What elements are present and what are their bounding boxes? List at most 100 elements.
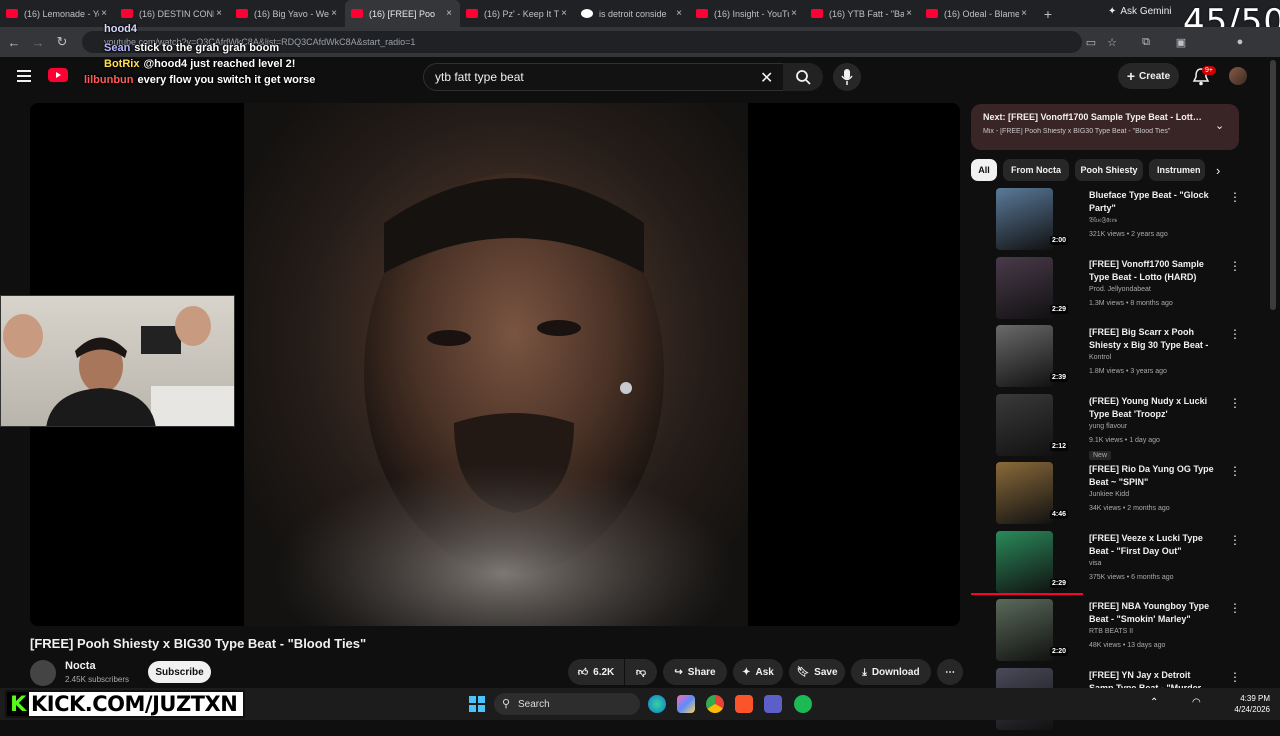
video-title: [FREE] Pooh Shiesty x BIG30 Type Beat - … [30,636,367,651]
recommendation-item[interactable]: 2:29 [FREE] Vonoff1700 Sample Type Beat -… [971,256,1241,325]
recommendation-channel: Kontrol [1089,354,1112,361]
profile-icon[interactable]: ● [1232,34,1248,50]
ask-gemini-button[interactable]: ✦ Ask Gemini [1108,6,1172,17]
account-avatar[interactable] [1229,67,1247,85]
clear-search-icon[interactable]: ✕ [760,68,773,88]
recommendation-item[interactable]: 4:46 [FREE] Rio Da Yung OG Type Beat ~ "S… [971,462,1241,530]
windows-start-icon[interactable] [469,696,485,712]
youtube-icon [6,9,18,18]
search-button[interactable] [783,63,823,91]
video-thumbnail[interactable] [996,188,1053,250]
more-vertical-icon[interactable]: ⋮ [1229,601,1241,615]
recommendation-channel: Prod. Jellyondabeat [1089,285,1151,293]
browser-tab[interactable]: (16) Insight - YouTu × [690,0,805,27]
channel-avatar[interactable] [30,660,56,686]
more-vertical-icon[interactable]: ⋮ [1229,670,1241,684]
close-icon[interactable]: × [444,8,454,19]
browser-tab[interactable]: (16) Lemonade - Yo × [0,0,115,27]
youtube-icon [121,9,133,18]
close-icon[interactable]: × [214,8,224,19]
video-thumbnail[interactable] [996,325,1053,387]
teams-icon[interactable] [764,695,782,713]
voice-search-button[interactable] [833,63,861,91]
browser-tab[interactable]: (16) Pz' - Keep It Tr × [460,0,575,27]
forward-arrow-icon[interactable]: → [26,30,50,54]
channel-name[interactable]: Nocta [65,660,96,672]
save-button[interactable]: 🔖︎ Save [789,659,845,685]
recommendation-title: [FREE] Big Scarr x Pooh Shiesty x Big 30… [1089,327,1209,350]
close-icon[interactable]: × [904,8,914,19]
menu-icon[interactable] [17,69,31,82]
tray-chevron-up-icon[interactable]: ⌃ [1150,697,1158,708]
browser-tab[interactable]: (16) Odeal - Blame × [920,0,1035,27]
back-arrow-icon[interactable]: ← [2,30,26,54]
taskbar-search-icon: ⚲ [502,698,511,710]
chip-pooh-shiesty[interactable]: Pooh Shiesty [1075,159,1143,181]
google-icon [581,9,593,18]
duration-badge: 2:39 [1050,373,1069,382]
more-vertical-icon[interactable]: ⋮ [1229,259,1241,273]
browser-tab[interactable]: (16) YTB Fatt - "Ba × [805,0,920,27]
dislike-button[interactable]: 👎︎ [625,659,657,685]
more-vertical-icon[interactable]: ⋮ [1229,464,1241,478]
duration-badge: 2:29 [1050,578,1069,588]
video-thumbnail[interactable] [996,256,1053,319]
recommendation-item[interactable]: 2:20 [FREE] NBA Youngboy Type Beat - "Smo… [971,599,1241,667]
close-icon[interactable]: × [559,8,569,19]
reload-icon[interactable]: ↻ [50,30,74,54]
wifi-icon[interactable]: ◠ [1192,697,1201,708]
taskbar-search[interactable]: Search [494,693,640,715]
recommendation-item[interactable]: 2:12 (FREE) Young Nudy x Lucki Type Beat … [971,393,1241,462]
close-icon[interactable]: × [329,8,339,19]
spotify-icon[interactable] [794,695,812,713]
copilot-icon[interactable] [677,695,695,713]
download-button[interactable]: ⤓ Download [851,659,931,685]
up-next-box[interactable] [971,104,1239,150]
video-thumbnail[interactable] [996,393,1053,456]
recommendation-item[interactable]: 2:00 Blueface Type Beat - "Glock Party" 𝔅𝔩… [971,188,1241,256]
chevron-down-icon[interactable]: ⌄ [1215,119,1224,132]
chip-instrumental[interactable]: Instrumen [1149,159,1205,181]
video-thumbnail[interactable] [996,462,1053,524]
more-vertical-icon[interactable]: ⋮ [1229,327,1241,341]
taskbar-clock[interactable]: 4:39 PM 4/24/2026 [1225,693,1270,715]
like-button[interactable]: 👍︎ 6.2K [568,659,624,685]
more-vertical-icon[interactable]: ⋮ [1229,190,1241,204]
webcam-overlay [0,295,235,427]
video-thumbnail[interactable] [996,599,1053,661]
close-icon[interactable]: × [674,8,684,19]
more-vertical-icon[interactable]: ⋮ [1229,396,1241,410]
subscribe-button[interactable]: Subscribe [148,661,211,683]
recommendation-meta: 9.1K views • 1 day ago [1089,436,1160,444]
browser-tab[interactable]: is detroit conside × [575,0,690,27]
recommendation-item[interactable]: 2:39 [FREE] Big Scarr x Pooh Shiesty x Bi… [971,325,1241,393]
more-actions-button[interactable]: ⋯ [937,659,963,685]
share-button[interactable]: ↪ Share [663,659,727,685]
recommendation-title: [FREE] NBA Youngboy Type Beat - "Smokin'… [1089,601,1210,624]
browser-tab[interactable]: (16) Big Yavo - Wel × [230,0,345,27]
chrome-icon[interactable] [706,695,724,713]
browser-tab[interactable]: (16) [FREE] Poo × [345,0,460,27]
new-tab-button[interactable]: + [1035,0,1061,27]
scrollbar[interactable] [1270,60,1276,310]
close-icon[interactable]: × [789,8,799,19]
recommendation-item[interactable]: 2:29 [FREE] Veeze x Lucki Type Beat - "Fi… [971,530,1241,599]
chip-from-nocta[interactable]: From Nocta [1003,159,1069,181]
close-icon[interactable]: × [1019,8,1029,19]
extensions-icon[interactable]: ⧉ [1138,34,1154,50]
edge-icon[interactable] [648,695,666,713]
more-vertical-icon[interactable]: ⋮ [1229,533,1241,547]
chip-all[interactable]: All [971,159,997,181]
video-thumbnail[interactable] [996,530,1053,593]
bookmark-star-icon[interactable]: ☆ [1104,34,1120,50]
chevron-right-icon[interactable]: › [1216,163,1220,178]
cast-icon[interactable]: ▣ [1173,34,1189,50]
chat-username: hood4 [104,23,137,35]
close-icon[interactable]: × [99,8,109,19]
microphone-icon [841,69,853,85]
create-button[interactable]: + Create [1118,63,1179,89]
youtube-logo-icon[interactable] [48,68,68,82]
install-app-icon[interactable]: ▭ [1083,34,1099,50]
brave-icon[interactable] [735,695,753,713]
ask-button[interactable]: ✦ Ask [733,659,783,685]
